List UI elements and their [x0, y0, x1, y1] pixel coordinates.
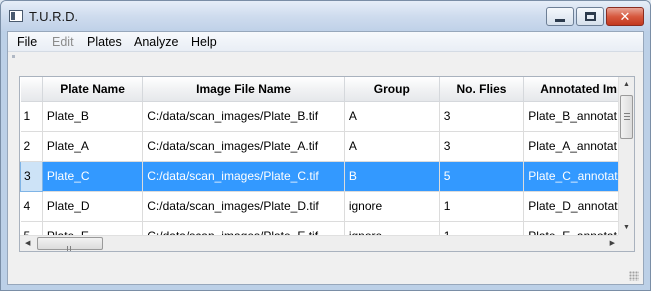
row-header[interactable]: 1 [20, 101, 43, 132]
row-header[interactable]: 4 [20, 191, 43, 222]
scroll-left-arrow-icon[interactable]: ◀ [25, 240, 30, 247]
column-header-plate-name[interactable]: Plate Name [42, 77, 144, 102]
grip-icon [67, 241, 75, 251]
minimize-button[interactable] [546, 7, 574, 26]
horizontal-scroll-thumb[interactable] [37, 237, 103, 251]
corner-header[interactable] [20, 77, 43, 102]
window-title: T.U.R.D. [29, 9, 79, 24]
vertical-scroll-thumb[interactable] [620, 95, 633, 139]
main-window: T.U.R.D. ✕ File Edit Plates Analyze Help [0, 0, 651, 291]
cell-no-flies[interactable]: 3 [439, 101, 525, 132]
row-header[interactable]: 2 [20, 131, 43, 162]
resize-grip-icon[interactable] [629, 271, 639, 281]
cell-image-file-name[interactable]: C:/data/scan_images/Plate_A.tif [142, 131, 345, 162]
cell-no-flies[interactable]: 1 [439, 191, 525, 222]
scrollbar-corner [618, 235, 634, 251]
cell-group[interactable]: B [344, 161, 440, 192]
cell-no-flies[interactable]: 3 [439, 131, 525, 162]
menu-plates[interactable]: Plates [87, 35, 122, 49]
client-area: File Edit Plates Analyze Help Plate Name… [7, 31, 644, 285]
cell-image-file-name[interactable]: C:/data/scan_images/Plate_C.tif [142, 161, 345, 192]
menu-bar: File Edit Plates Analyze Help [8, 32, 643, 52]
toolbar-grip[interactable] [12, 55, 15, 58]
app-icon [9, 10, 23, 22]
table-row[interactable]: 1 Plate_B C:/data/scan_images/Plate_B.ti… [20, 101, 634, 132]
column-header-image-file-name[interactable]: Image File Name [142, 77, 345, 102]
maximize-button[interactable] [576, 7, 604, 26]
plates-grid: Plate Name Image File Name Group No. Fli… [20, 77, 634, 251]
scroll-down-arrow-icon[interactable]: ▼ [623, 224, 630, 231]
cell-no-flies[interactable]: 5 [439, 161, 525, 192]
maximize-icon [584, 12, 596, 21]
table-row[interactable]: 4 Plate_D C:/data/scan_images/Plate_D.ti… [20, 191, 634, 222]
table-row[interactable]: 2 Plate_A C:/data/scan_images/Plate_A.ti… [20, 131, 634, 162]
title-bar[interactable]: T.U.R.D. ✕ [1, 1, 650, 31]
cell-plate-name[interactable]: Plate_B [42, 101, 144, 132]
vertical-scrollbar[interactable]: ▲ ▼ [618, 77, 634, 235]
scroll-up-arrow-icon[interactable]: ▲ [623, 81, 630, 88]
table-row-selected[interactable]: 3 Plate_C C:/data/scan_images/Plate_C.ti… [20, 160, 634, 192]
cell-plate-name[interactable]: Plate_C [42, 161, 144, 192]
cell-plate-name[interactable]: Plate_A [42, 131, 144, 162]
column-header-no-flies[interactable]: No. Flies [439, 77, 525, 102]
scroll-right-arrow-icon[interactable]: ▶ [610, 240, 615, 247]
menu-analyze[interactable]: Analyze [134, 35, 178, 49]
minimize-icon [555, 18, 565, 22]
menu-edit[interactable]: Edit [52, 35, 74, 49]
horizontal-scrollbar[interactable]: ◀ ▶ [20, 235, 620, 251]
cell-plate-name[interactable]: Plate_D [42, 191, 144, 222]
cell-group[interactable]: A [344, 101, 440, 132]
header-row: Plate Name Image File Name Group No. Fli… [20, 77, 634, 102]
menu-help[interactable]: Help [191, 35, 217, 49]
cell-image-file-name[interactable]: C:/data/scan_images/Plate_D.tif [142, 191, 345, 222]
close-icon: ✕ [619, 9, 631, 24]
close-button[interactable]: ✕ [606, 7, 644, 26]
plates-table[interactable]: Plate Name Image File Name Group No. Fli… [19, 76, 635, 252]
cell-group[interactable]: A [344, 131, 440, 162]
grip-icon [624, 113, 630, 122]
cell-group[interactable]: ignore [344, 191, 440, 222]
cell-image-file-name[interactable]: C:/data/scan_images/Plate_B.tif [142, 101, 345, 132]
menu-file[interactable]: File [17, 35, 37, 49]
row-header[interactable]: 3 [20, 160, 43, 192]
column-header-group[interactable]: Group [344, 77, 440, 102]
